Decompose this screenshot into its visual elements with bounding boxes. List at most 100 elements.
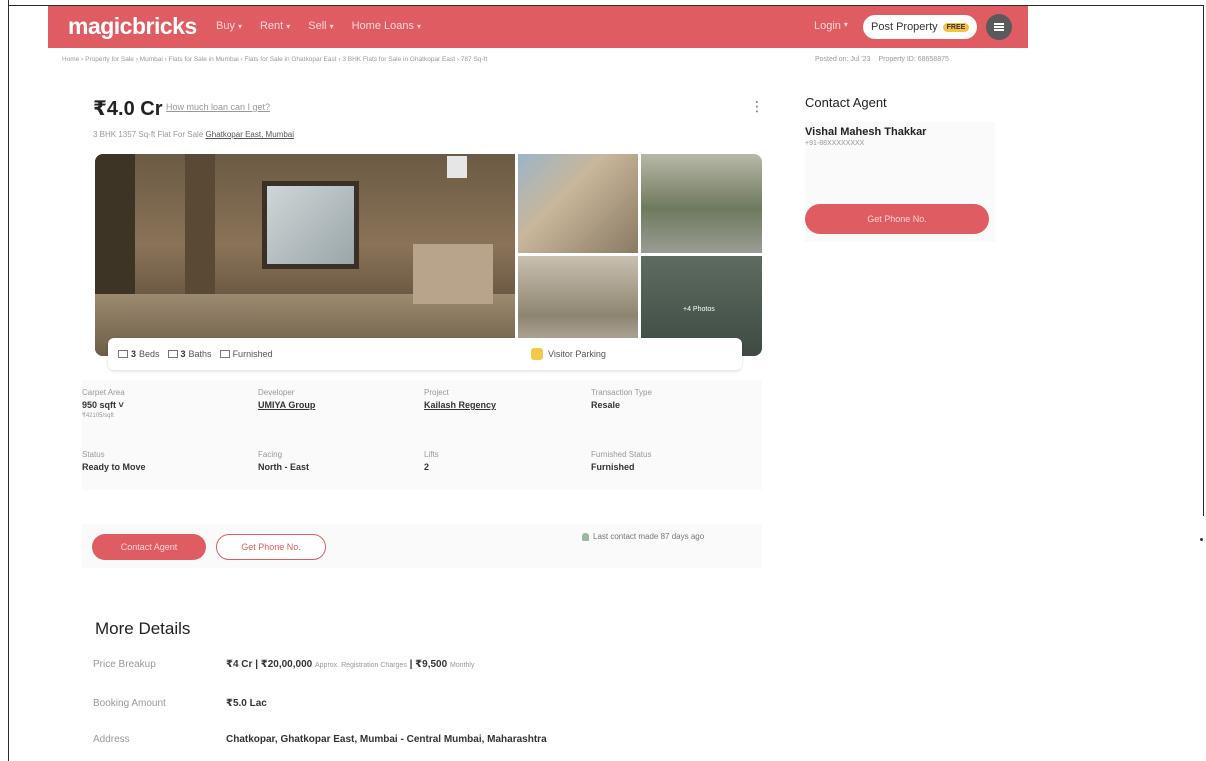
spec-label: Lifts — [424, 450, 439, 459]
spec-carpet-area: Carpet Area 950 sqft ˅ ₹42105/sqft — [82, 388, 125, 419]
property-id: Property ID: 68658875 — [878, 56, 949, 63]
free-badge: FREE — [942, 22, 970, 32]
person-icon — [582, 532, 589, 541]
price-breakup-label: Price Breakup — [93, 659, 156, 670]
address-label: Address — [93, 734, 130, 745]
price-breakup-value: ₹4 Cr | ₹20,00,000 Approx. Registration … — [226, 659, 474, 670]
parking-icon — [531, 348, 543, 360]
booking-amount-label: Booking Amount — [93, 698, 166, 709]
main-photo[interactable] — [95, 154, 515, 356]
booking-amount-value: ₹5.0 Lac — [226, 698, 267, 709]
furniture-icon — [219, 350, 230, 358]
chevron-down-icon: ▾ — [416, 21, 421, 31]
photo-counter — [413, 244, 493, 304]
spec-transaction-type: Transaction Type Resale — [591, 388, 652, 410]
baths-value: 3 — [180, 349, 186, 359]
breadcrumb[interactable]: Home › Property for Sale › Mumbai › Flat… — [62, 56, 487, 63]
spec-label: Developer — [258, 388, 295, 397]
chevron-down-icon: ▾ — [843, 20, 848, 29]
nav-home-loans-label: Home Loans — [351, 20, 414, 32]
transaction-value: Resale — [591, 400, 621, 410]
nav-buy[interactable]: Buy ▾ — [216, 20, 242, 32]
agent-phone: +91-88XXXXXXXX — [805, 140, 865, 147]
loan-eligibility-link[interactable]: How much loan can I get? — [166, 102, 270, 112]
subtitle-prefix: 3 BHK 1357 Sq-ft Flat For Sale — [93, 130, 204, 139]
photo-gallery[interactable]: +4 Photos — [95, 154, 762, 356]
post-property-label: Post Property — [871, 21, 938, 33]
frame-left-border — [8, 0, 9, 761]
top-header: magicbricks Buy ▾ Rent ▾ Sell ▾ Home Loans ▾… — [48, 6, 1028, 48]
post-property-button[interactable]: Post Property FREE — [863, 15, 978, 39]
monthly-amount: | ₹9,500 — [409, 659, 448, 670]
magicbricks-logo[interactable]: magicbricks — [68, 13, 197, 40]
visitor-parking-info: Visitor Parking — [531, 348, 606, 360]
facing-value: North - East — [258, 462, 310, 472]
spec-label: Facing — [258, 450, 283, 459]
spec-label: Status — [82, 450, 105, 459]
more-photos-count: +4 Photos — [683, 306, 715, 313]
photo-window — [262, 181, 359, 269]
nav-rent[interactable]: Rent ▾ — [260, 20, 290, 32]
furnished-label: Furnished — [232, 349, 273, 359]
amenity-bar: 3 Beds 3 Baths Furnished Visitor Parking — [108, 338, 742, 370]
posted-date: Posted on: Jul '23 — [815, 56, 871, 63]
baths-label: Baths — [188, 349, 212, 359]
furnished-info: Furnished — [219, 349, 273, 359]
last-contact-text: Last contact made 87 days ago — [593, 532, 705, 541]
lifts-value: 2 — [424, 462, 430, 472]
get-phone-button[interactable]: Get Phone No. — [216, 534, 326, 560]
rate-per-sqft: ₹42105/sqft — [82, 413, 114, 419]
spec-label: Furnished Status — [591, 450, 652, 459]
carpet-area-value: 950 sqft ˅ — [82, 400, 125, 410]
nav-buy-label: Buy — [216, 20, 235, 32]
developer-link[interactable]: UMIYA Group — [258, 400, 315, 410]
more-options-icon[interactable]: ⋮ — [750, 98, 764, 115]
login-link[interactable]: Login ▾ — [814, 20, 848, 32]
nav-sell-label: Sell — [308, 20, 327, 32]
login-label: Login — [814, 20, 841, 32]
carpet-area-number: 950 sqft — [82, 400, 117, 410]
thumbnail-photo-1[interactable] — [518, 154, 638, 253]
location-link[interactable]: Ghatkopar East, Mumbai — [206, 130, 294, 139]
bed-icon — [118, 350, 128, 358]
sidebar-get-phone-button[interactable]: Get Phone No. — [805, 204, 989, 234]
sidebar-title: Contact Agent — [805, 95, 887, 110]
contact-agent-button[interactable]: Contact Agent — [92, 534, 206, 560]
spec-project: Project Kailash Regency — [424, 388, 496, 410]
chevron-down-icon: ▾ — [237, 21, 242, 31]
stray-dot — [1200, 538, 1203, 541]
beds-info: 3 Beds — [118, 349, 160, 359]
listing-price: ₹4.0 Cr — [93, 98, 163, 120]
nav-home-loans[interactable]: Home Loans ▾ — [352, 20, 421, 32]
last-contact-info: Last contact made 87 days ago — [582, 532, 704, 541]
more-details-title: More Details — [95, 619, 191, 638]
beds-label: Beds — [139, 349, 160, 359]
monthly-note: Monthly — [449, 662, 475, 669]
baths-info: 3 Baths — [167, 349, 212, 359]
nav-rent-label: Rent — [259, 20, 284, 32]
visitor-parking-label: Visitor Parking — [548, 349, 606, 359]
spec-label: Project — [424, 388, 449, 397]
hamburger-menu-button[interactable] — [986, 14, 1012, 40]
status-value: Ready to Move — [82, 462, 146, 472]
price-breakup-amount: ₹4 Cr | ₹20,00,000 — [226, 659, 313, 670]
spec-status: Status Ready to Move — [82, 450, 146, 472]
spec-label: Transaction Type — [591, 388, 652, 397]
main-nav: Buy ▾ Rent ▾ Sell ▾ Home Loans ▾ — [216, 20, 421, 32]
chevron-down-icon: ▾ — [286, 21, 291, 31]
contact-action-bar: Contact Agent Get Phone No. Last contact… — [82, 524, 762, 568]
bath-icon — [167, 350, 178, 358]
spec-lifts: Lifts 2 — [424, 450, 439, 472]
listing-meta: Posted on: Jul '23 Property ID: 68658875 — [815, 56, 949, 63]
spec-developer: Developer UMIYA Group — [258, 388, 315, 410]
listing-subtitle: 3 BHK 1357 Sq-ft Flat For Sale Ghatkopar… — [93, 130, 294, 139]
project-link[interactable]: Kailash Regency — [424, 400, 496, 410]
spec-facing: Facing North - East — [258, 450, 309, 472]
contact-agent-sidebar: Contact Agent Vishal Mahesh Thakkar +91-… — [805, 95, 995, 242]
info-icon[interactable]: ˅ — [119, 400, 124, 410]
frame-right-border — [1203, 6, 1204, 516]
thumbnail-photo-2[interactable] — [641, 154, 762, 253]
address-value: Chatkopar, Ghatkopar East, Mumbai - Cent… — [226, 734, 547, 745]
spec-furnished-status: Furnished Status Furnished — [591, 450, 651, 472]
nav-sell[interactable]: Sell ▾ — [308, 20, 333, 32]
